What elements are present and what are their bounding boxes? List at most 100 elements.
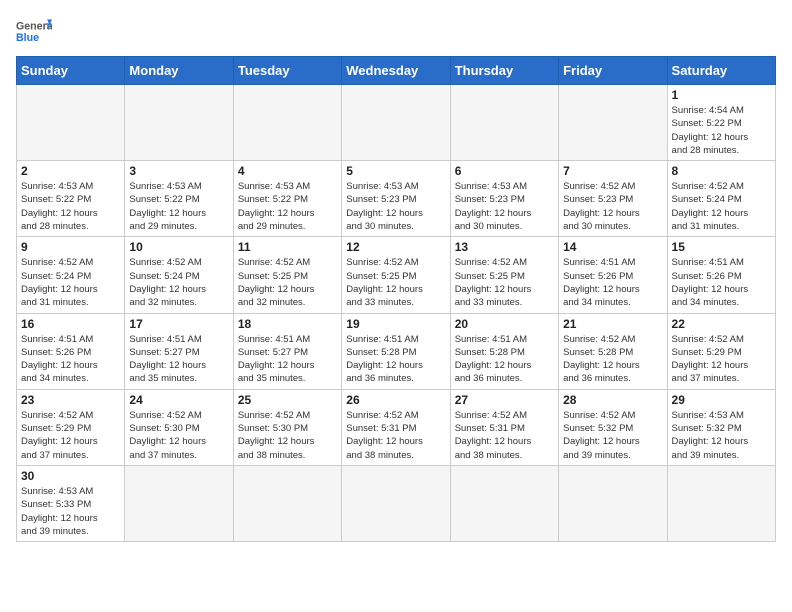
- calendar-day-cell: 3 Sunrise: 4:53 AM Sunset: 5:22 PM Daylig…: [125, 161, 233, 237]
- day-info: Sunrise: 4:51 AM Sunset: 5:27 PM Dayligh…: [238, 333, 337, 386]
- day-number: 29: [672, 393, 771, 407]
- weekday-header-saturday: Saturday: [667, 57, 775, 85]
- calendar-day-cell: [559, 85, 667, 161]
- day-number: 23: [21, 393, 120, 407]
- calendar-day-cell: 14Sunrise: 4:51 AM Sunset: 5:26 PM Dayli…: [559, 237, 667, 313]
- page-header: General Blue: [16, 16, 776, 46]
- day-number: 2: [21, 164, 120, 178]
- calendar-week-row: 23Sunrise: 4:52 AM Sunset: 5:29 PM Dayli…: [17, 389, 776, 465]
- day-number: 24: [129, 393, 228, 407]
- weekday-header-row: SundayMondayTuesdayWednesdayThursdayFrid…: [17, 57, 776, 85]
- day-number: 13: [455, 240, 554, 254]
- day-info: Sunrise: 4:52 AM Sunset: 5:25 PM Dayligh…: [346, 256, 445, 309]
- day-info: Sunrise: 4:52 AM Sunset: 5:29 PM Dayligh…: [672, 333, 771, 386]
- day-info: Sunrise: 4:52 AM Sunset: 5:30 PM Dayligh…: [238, 409, 337, 462]
- calendar-day-cell: 11 Sunrise: 4:52 AM Sunset: 5:25 PM Dayli…: [233, 237, 341, 313]
- weekday-header-wednesday: Wednesday: [342, 57, 450, 85]
- day-info: Sunrise: 4:53 AM Sunset: 5:33 PM Dayligh…: [21, 485, 120, 538]
- day-info: Sunrise: 4:52 AM Sunset: 5:23 PM Dayligh…: [563, 180, 662, 233]
- calendar-week-row: 16 Sunrise: 4:51 AM Sunset: 5:26 PM Dayli…: [17, 313, 776, 389]
- day-number: 20: [455, 317, 554, 331]
- day-info: Sunrise: 4:53 AM Sunset: 5:23 PM Dayligh…: [346, 180, 445, 233]
- day-info: Sunrise: 4:52 AM Sunset: 5:25 PM Dayligh…: [238, 256, 337, 309]
- calendar-day-cell: 28 Sunrise: 4:52 AM Sunset: 5:32 PM Dayli…: [559, 389, 667, 465]
- day-info: Sunrise: 4:51 AM Sunset: 5:26 PM Dayligh…: [672, 256, 771, 309]
- day-number: 27: [455, 393, 554, 407]
- calendar-day-cell: [450, 465, 558, 541]
- day-info: Sunrise: 4:53 AM Sunset: 5:32 PM Dayligh…: [672, 409, 771, 462]
- day-number: 28: [563, 393, 662, 407]
- calendar-day-cell: [342, 85, 450, 161]
- calendar-week-row: 9 Sunrise: 4:52 AM Sunset: 5:24 PM Daylig…: [17, 237, 776, 313]
- calendar-day-cell: 15 Sunrise: 4:51 AM Sunset: 5:26 PM Dayli…: [667, 237, 775, 313]
- calendar-day-cell: [667, 465, 775, 541]
- day-info: Sunrise: 4:53 AM Sunset: 5:22 PM Dayligh…: [21, 180, 120, 233]
- calendar-day-cell: 19Sunrise: 4:51 AM Sunset: 5:28 PM Dayli…: [342, 313, 450, 389]
- day-number: 17: [129, 317, 228, 331]
- day-number: 5: [346, 164, 445, 178]
- day-number: 26: [346, 393, 445, 407]
- day-number: 22: [672, 317, 771, 331]
- day-number: 11: [238, 240, 337, 254]
- day-info: Sunrise: 4:52 AM Sunset: 5:24 PM Dayligh…: [672, 180, 771, 233]
- calendar-day-cell: 27 Sunrise: 4:52 AM Sunset: 5:31 PM Dayli…: [450, 389, 558, 465]
- day-info: Sunrise: 4:53 AM Sunset: 5:22 PM Dayligh…: [238, 180, 337, 233]
- day-info: Sunrise: 4:53 AM Sunset: 5:22 PM Dayligh…: [129, 180, 228, 233]
- calendar-day-cell: [125, 465, 233, 541]
- calendar-day-cell: 10Sunrise: 4:52 AM Sunset: 5:24 PM Dayli…: [125, 237, 233, 313]
- calendar-day-cell: 6Sunrise: 4:53 AM Sunset: 5:23 PM Daylig…: [450, 161, 558, 237]
- day-number: 25: [238, 393, 337, 407]
- calendar-day-cell: 2 Sunrise: 4:53 AM Sunset: 5:22 PM Daylig…: [17, 161, 125, 237]
- calendar-day-cell: 1Sunrise: 4:54 AM Sunset: 5:22 PM Daylig…: [667, 85, 775, 161]
- day-number: 10: [129, 240, 228, 254]
- day-info: Sunrise: 4:52 AM Sunset: 5:32 PM Dayligh…: [563, 409, 662, 462]
- day-number: 15: [672, 240, 771, 254]
- weekday-header-thursday: Thursday: [450, 57, 558, 85]
- generalblue-logo-icon: General Blue: [16, 16, 52, 46]
- calendar-day-cell: 24 Sunrise: 4:52 AM Sunset: 5:30 PM Dayli…: [125, 389, 233, 465]
- weekday-header-sunday: Sunday: [17, 57, 125, 85]
- weekday-header-monday: Monday: [125, 57, 233, 85]
- day-info: Sunrise: 4:52 AM Sunset: 5:30 PM Dayligh…: [129, 409, 228, 462]
- calendar-day-cell: 13 Sunrise: 4:52 AM Sunset: 5:25 PM Dayli…: [450, 237, 558, 313]
- calendar-day-cell: 23Sunrise: 4:52 AM Sunset: 5:29 PM Dayli…: [17, 389, 125, 465]
- day-number: 4: [238, 164, 337, 178]
- calendar-day-cell: 26Sunrise: 4:52 AM Sunset: 5:31 PM Dayli…: [342, 389, 450, 465]
- calendar-day-cell: 12Sunrise: 4:52 AM Sunset: 5:25 PM Dayli…: [342, 237, 450, 313]
- calendar-day-cell: 8 Sunrise: 4:52 AM Sunset: 5:24 PM Daylig…: [667, 161, 775, 237]
- calendar-day-cell: 29 Sunrise: 4:53 AM Sunset: 5:32 PM Dayli…: [667, 389, 775, 465]
- day-number: 7: [563, 164, 662, 178]
- day-info: Sunrise: 4:51 AM Sunset: 5:26 PM Dayligh…: [21, 333, 120, 386]
- calendar-day-cell: [233, 85, 341, 161]
- day-info: Sunrise: 4:52 AM Sunset: 5:25 PM Dayligh…: [455, 256, 554, 309]
- day-number: 8: [672, 164, 771, 178]
- day-number: 6: [455, 164, 554, 178]
- calendar-day-cell: [125, 85, 233, 161]
- day-number: 18: [238, 317, 337, 331]
- calendar-day-cell: 21Sunrise: 4:52 AM Sunset: 5:28 PM Dayli…: [559, 313, 667, 389]
- day-info: Sunrise: 4:52 AM Sunset: 5:31 PM Dayligh…: [455, 409, 554, 462]
- calendar-day-cell: [559, 465, 667, 541]
- calendar-day-cell: [233, 465, 341, 541]
- calendar-week-row: 1Sunrise: 4:54 AM Sunset: 5:22 PM Daylig…: [17, 85, 776, 161]
- day-number: 3: [129, 164, 228, 178]
- day-info: Sunrise: 4:51 AM Sunset: 5:27 PM Dayligh…: [129, 333, 228, 386]
- weekday-header-friday: Friday: [559, 57, 667, 85]
- calendar-week-row: 30Sunrise: 4:53 AM Sunset: 5:33 PM Dayli…: [17, 465, 776, 541]
- calendar-day-cell: 17 Sunrise: 4:51 AM Sunset: 5:27 PM Dayli…: [125, 313, 233, 389]
- day-info: Sunrise: 4:52 AM Sunset: 5:24 PM Dayligh…: [21, 256, 120, 309]
- day-number: 16: [21, 317, 120, 331]
- day-number: 14: [563, 240, 662, 254]
- calendar-day-cell: 9 Sunrise: 4:52 AM Sunset: 5:24 PM Daylig…: [17, 237, 125, 313]
- day-number: 9: [21, 240, 120, 254]
- calendar-day-cell: 7 Sunrise: 4:52 AM Sunset: 5:23 PM Daylig…: [559, 161, 667, 237]
- day-info: Sunrise: 4:52 AM Sunset: 5:28 PM Dayligh…: [563, 333, 662, 386]
- calendar-day-cell: 16 Sunrise: 4:51 AM Sunset: 5:26 PM Dayli…: [17, 313, 125, 389]
- calendar-day-cell: 30Sunrise: 4:53 AM Sunset: 5:33 PM Dayli…: [17, 465, 125, 541]
- svg-text:General: General: [16, 20, 52, 32]
- weekday-header-tuesday: Tuesday: [233, 57, 341, 85]
- calendar-day-cell: 22 Sunrise: 4:52 AM Sunset: 5:29 PM Dayli…: [667, 313, 775, 389]
- calendar-week-row: 2 Sunrise: 4:53 AM Sunset: 5:22 PM Daylig…: [17, 161, 776, 237]
- calendar-day-cell: [17, 85, 125, 161]
- calendar-day-cell: 20Sunrise: 4:51 AM Sunset: 5:28 PM Dayli…: [450, 313, 558, 389]
